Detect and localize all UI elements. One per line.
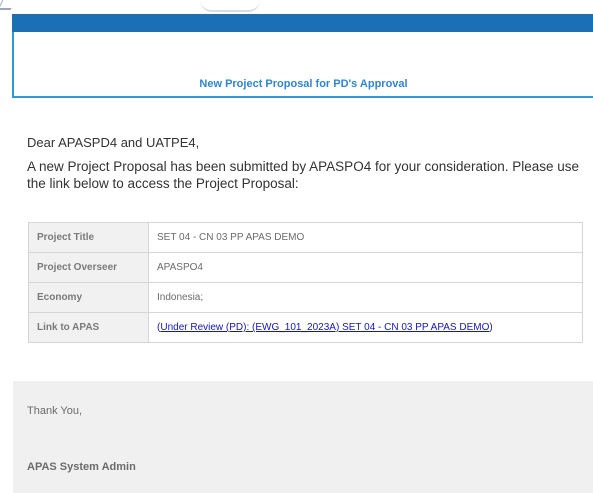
email-header-bar	[12, 14, 593, 32]
header-arc-decoration	[200, 0, 260, 12]
apas-review-link[interactable]: Under Review (PD): (EWG_101_2023A) SET 0…	[160, 322, 489, 333]
link-to-apas-label: Link to APAS	[28, 312, 149, 343]
message-body: A new Project Proposal has been submitte…	[27, 159, 580, 191]
proposal-details-table: Project Title SET 04 - CN 03 PP APAS DEM…	[28, 222, 583, 343]
email-footer: Thank You, APAS System Admin	[13, 381, 593, 493]
table-row: Project Title SET 04 - CN 03 PP APAS DEM…	[28, 222, 583, 253]
project-overseer-label: Project Overseer	[28, 252, 149, 283]
greeting-text: Dear APASPD4 and UATPE4,	[27, 135, 200, 150]
thank-you-text: Thank You,	[27, 405, 83, 417]
project-title-value: SET 04 - CN 03 PP APAS DEMO	[148, 222, 583, 253]
table-row: Project Overseer APASPO4	[28, 252, 583, 283]
economy-label: Economy	[28, 282, 149, 313]
link-close-paren: )	[489, 322, 493, 333]
email-header-panel: New Project Proposal for PD's Approval	[12, 32, 593, 98]
window-corner-decoration	[0, 0, 16, 10]
signature-text: APAS System Admin	[27, 461, 136, 473]
project-title-label: Project Title	[28, 222, 149, 253]
link-to-apas-value: (Under Review (PD): (EWG_101_2023A) SET …	[148, 312, 583, 343]
economy-value: Indonesia;	[148, 282, 583, 313]
table-row: Economy Indonesia;	[28, 282, 583, 313]
table-row: Link to APAS (Under Review (PD): (EWG_10…	[28, 312, 583, 343]
email-title: New Project Proposal for PD's Approval	[199, 78, 408, 90]
project-overseer-value: APASPO4	[148, 252, 583, 283]
